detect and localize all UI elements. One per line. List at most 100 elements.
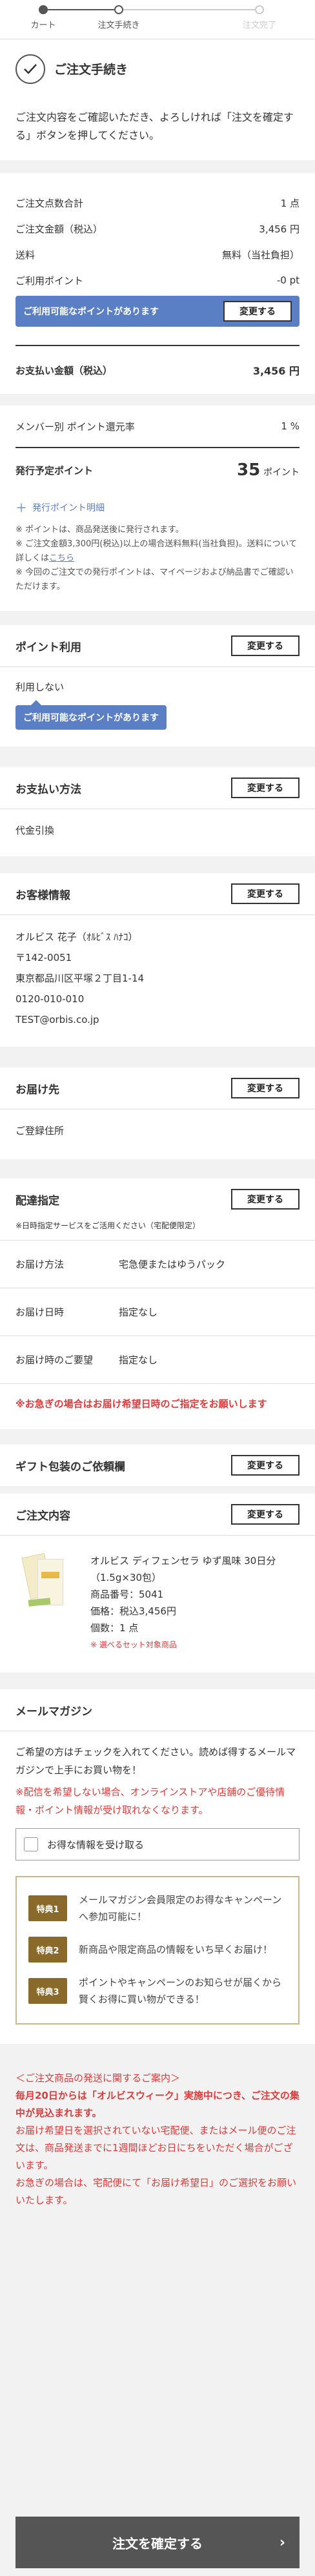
notice-line: ＜ご注文商品の発送に関するご案内＞ [15,2072,181,2084]
step-label-cart: カート [30,21,56,30]
benefit-badge: 特典2 [28,1937,67,1963]
point-use-title: ポイント利用 [15,641,81,654]
customer-name: オルビス 花子（ｵﾙﾋﾞｽ ﾊﾅｺ） [15,931,138,943]
order-content-section: ご注文内容 変更する オルビス ディフェンセラ ゆず風味 30日分（1.5g×30… [0,1494,315,1673]
total-label: お支払い金額（税込） [15,364,113,376]
points-note-1: ※ ポイントは、商品発送後に発行されます。 [15,525,184,535]
delivery-request-value: 指定なし [119,1354,158,1366]
benefit-text: 新商品や限定商品の情報をいち早くお届け！ [79,1944,273,1955]
product-qty: 個数：1 点 [90,1622,139,1634]
points-value: -0 pt [276,274,300,286]
amount-value: 3,456 円 [259,223,300,235]
points-note-3: ※ 今回のご注文での発行ポイントは、マイページおよび納品書でご確認いただけます。 [15,568,294,592]
point-use-value: 利用しない [15,681,65,693]
customer-zip: 〒142-0051 [15,952,72,963]
point-use-section: ポイント利用 変更する 利用しない ご利用可能なポイントがあります [0,625,315,747]
mail-benefits: 特典1 メールマガジン会員限定のお得なキャンペーンへ参加可能に！ 特典2 新商品や限… [15,1876,300,2025]
notice-line: お急ぎの場合は、宅配便にて「お届け希望日」のご選択をお願いいたします。 [15,2177,297,2206]
notice-line: 毎月20日からは「オルビスウィーク」実施中につき、ご注文の集中が見込まれます。 [15,2090,300,2119]
change-point-use-button[interactable]: 変更する [231,635,300,656]
delivery-warning: ※お急ぎの場合はお届け希望日時のご指定をお願いします [15,1398,267,1410]
check-icon [15,54,45,84]
delivery-date-value: 指定なし [119,1306,158,1318]
product-price: 価格：税込3,456円 [90,1605,176,1617]
mail-description: ご希望の方はチェックを入れてください。読めば得するメールマガジンで上手にお買い物… [15,1746,296,1776]
progress-stepper: カート 注文手続き 注文完了 [0,0,315,39]
product-image [15,1552,74,1612]
mail-title: メールマガジン [15,1705,92,1718]
amount-label: ご注文金額（税込） [15,223,103,235]
benefit-text: メールマガジン会員限定のお得なキャンペーンへ参加可能に！ [79,1894,282,1922]
step-dot-cart [39,5,48,14]
shipping-info-link[interactable]: こちら [49,553,74,563]
delivery-section: 配達指定 変更する ※日時指定サービスをご活用ください（宅配便限定） お届け方法 宅… [0,1179,315,1429]
mail-magazine-section: メールマガジン ご希望の方はチェックを入れてください。読めば得するメールマガジン… [0,1689,315,2044]
benefit-badge: 特典3 [28,1978,67,2004]
mail-warning: ※配信を希望しない場合、オンラインストアや店舗のご優待情報・ポイント情報が受け取… [15,1786,285,1816]
change-customer-button[interactable]: 変更する [231,883,300,904]
count-value: 1 点 [280,197,300,209]
change-payment-button[interactable]: 変更する [231,778,300,798]
point-use-tooltip: ご利用可能なポイントがあります [15,700,167,730]
mail-optin-checkbox[interactable] [24,1837,38,1851]
delivery-date-label: お届け日時 [15,1306,65,1318]
points-detail-link[interactable]: ＋ 発行ポイント明細 [15,492,300,523]
set-note: ※ 選べるセット対象商品 [90,1640,177,1649]
confirm-order-label: 注文を確定する [112,2535,203,2551]
benefit-text: ポイントやキャンペーンのお知らせが届くから賢くお得に買い物ができる！ [79,1977,281,2005]
benefit-badge: 特典1 [28,1895,67,1921]
points-available-text: ご利用可能なポイントがあります [23,307,159,317]
delivery-title: 配達指定 [15,1194,59,1208]
destination-value: ご登録住所 [15,1125,65,1137]
step-dot-complete [255,5,264,14]
points-label: ご利用ポイント [15,274,84,287]
delivery-request-label: お届け時のご要望 [15,1354,94,1366]
payment-value: 代金引換 [15,825,55,836]
destination-section: お届け先 変更する ご登録住所 [0,1067,315,1159]
order-summary: ご注文点数合計 1 点 ご注文金額（税込） 3,456 円 送料 無料（当社負担） ご… [0,173,315,394]
gift-title: ギフト包装のご依頼欄 [15,1460,125,1474]
points-info: メンバー別 ポイント還元率 1 % 発行予定ポイント 35 ポイント ＋ 発行ポイ… [0,406,315,611]
step-label-procedure: 注文手続き [97,21,140,30]
order-content-title: ご注文内容 [15,1509,70,1523]
mail-optin-label: お得な情報を受け取る [47,1839,145,1851]
confirm-order-button[interactable]: 注文を確定する › [15,2517,300,2568]
intro-text: ご注文内容をご確認いただき、よろしければ「注文を確定する」ボタンを押してください… [0,98,315,160]
delivery-note: ※日時指定サービスをご活用ください（宅配便限定） [15,1221,201,1230]
order-confirm-page: カート 注文手続き 注文完了 ご注文手続き ご注文内容をご確認いただき、よろしけ… [0,0,315,2576]
rate-label: メンバー別 ポイント還元率 [15,420,135,433]
change-delivery-button[interactable]: 変更する [231,1189,300,1210]
customer-email: TEST@orbis.co.jp [15,1014,99,1025]
destination-title: お届け先 [15,1083,59,1097]
step-label-complete: 注文完了 [242,21,277,30]
shipping-value: 無料（当社負担） [221,249,300,261]
payment-title: お支払い方法 [15,783,81,796]
product-number: 商品番号：5041 [90,1589,164,1600]
chevron-right-icon: › [279,2534,285,2551]
notice-line: お届け希望日を選択されていない宅配便、またはメール便のご注文は、商品発送までに1… [15,2125,296,2171]
shipping-notice: ＜ご注文商品の発送に関するご案内＞ 毎月20日からは「オルビスウィーク」実施中に… [0,2070,315,2209]
mail-optin-checkbox-row[interactable]: お得な情報を受け取る [15,1828,300,1860]
planned-points-unit: ポイント [263,468,300,478]
customer-phone: 0120-010-010 [15,993,85,1005]
rate-value: 1 % [281,420,300,432]
change-destination-button[interactable]: 変更する [231,1078,300,1098]
delivery-method-value: 宅急便またはゆうパック [119,1259,226,1270]
planned-points-label: 発行予定ポイント [15,464,94,477]
step-dot-procedure [114,5,123,14]
change-gift-button[interactable]: 変更する [231,1455,300,1476]
points-available-bar: ご利用可能なポイントがあります 変更する [15,296,300,327]
product-name[interactable]: オルビス ディフェンセラ ゆず風味 30日分（1.5g×30包） [90,1552,300,1586]
shipping-label: 送料 [15,249,36,261]
customer-title: お客様情報 [15,889,70,902]
total-value: 3,456 円 [252,365,300,377]
page-heading: ご注文手続き [0,39,315,98]
plus-icon: ＋ [15,502,27,515]
change-points-button[interactable]: 変更する [223,301,292,322]
step-line-2 [123,9,255,10]
delivery-method-label: お届け方法 [15,1259,65,1270]
gift-section: ギフト包装のご依頼欄 変更する [0,1445,315,1486]
customer-address: 東京都品川区平塚２丁目1-14 [15,973,145,984]
change-order-button[interactable]: 変更する [231,1504,300,1525]
points-detail-label: 発行ポイント明細 [32,503,105,513]
